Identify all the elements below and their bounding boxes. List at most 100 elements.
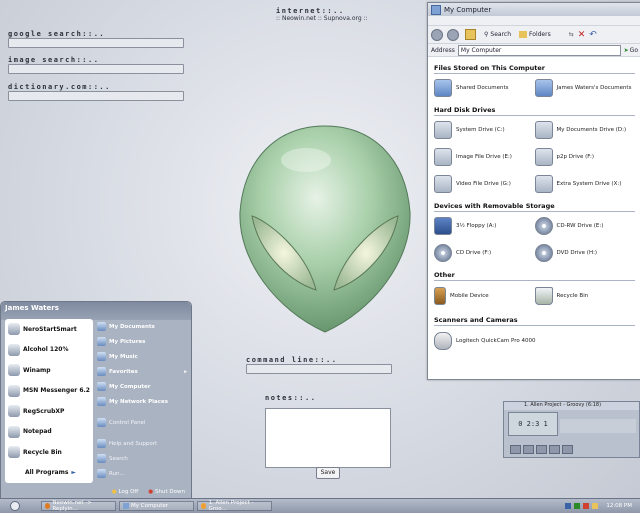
- list-item[interactable]: p2p Drive (F:): [534, 147, 636, 166]
- arrow-right-icon: ▸: [184, 368, 187, 375]
- place-item[interactable]: My Network Places: [97, 394, 187, 409]
- documents-icon: [97, 322, 106, 331]
- arrow-right-icon: ►: [71, 469, 77, 477]
- shut-down-label: Shut Down: [155, 489, 185, 495]
- places-list: My Documents My Pictures My Music Favori…: [97, 319, 187, 481]
- log-off-button[interactable]: ● Log Off: [112, 489, 139, 495]
- shut-down-button[interactable]: ● Shut Down: [148, 489, 185, 495]
- next-icon[interactable]: [562, 445, 573, 454]
- item-label: CD Drive (F:): [456, 249, 492, 256]
- program-item[interactable]: MSN Messenger 6.2: [5, 381, 93, 402]
- task-label: 1. Allen Project - Groo...: [208, 500, 254, 512]
- control-panel-icon: [97, 418, 106, 427]
- taskbar-button[interactable]: Neowin.net -> Replyin...: [41, 500, 116, 512]
- list-item[interactable]: Logitech QuickCam Pro 4000: [434, 332, 574, 350]
- key-icon: ●: [111, 489, 117, 495]
- place-label: Search: [109, 455, 128, 462]
- start-menu-footer: ● Log Off ● Shut Down: [1, 485, 191, 499]
- tray-icon[interactable]: [583, 503, 590, 509]
- place-item[interactable]: My Computer: [97, 379, 187, 394]
- place-label: My Pictures: [109, 338, 146, 345]
- floppy-icon: [434, 216, 452, 235]
- all-programs-button[interactable]: All Programs ►: [5, 463, 93, 484]
- list-item[interactable]: System Drive (C:): [434, 120, 535, 139]
- play-icon[interactable]: [523, 445, 534, 454]
- dictionary-input[interactable]: [8, 91, 184, 101]
- start-button[interactable]: [0, 500, 30, 512]
- prev-icon[interactable]: [510, 445, 521, 454]
- program-item[interactable]: Recycle Bin: [5, 442, 93, 463]
- save-button[interactable]: Save: [316, 467, 340, 479]
- notes-textarea[interactable]: [265, 408, 391, 468]
- back-icon[interactable]: [431, 28, 443, 41]
- all-programs-label: All Programs: [24, 469, 69, 477]
- taskbar-button[interactable]: My Computer: [119, 501, 194, 511]
- place-item[interactable]: My Music: [97, 349, 187, 364]
- list-item[interactable]: Image File Drive (E:): [434, 147, 535, 166]
- place-item[interactable]: My Pictures: [97, 334, 187, 349]
- computer-icon: [97, 382, 106, 391]
- item-label: Extra System Drive (X:): [556, 180, 622, 187]
- taskbar-button[interactable]: 1. Allen Project - Groo...: [197, 500, 272, 512]
- explorer-content: Files Stored on This Computer Shared Doc…: [428, 57, 640, 358]
- list-item[interactable]: Extra System Drive (X:): [534, 174, 636, 193]
- list-item[interactable]: CD-RW Drive (E:): [534, 216, 636, 235]
- place-item[interactable]: Favorites ▸: [97, 364, 187, 379]
- list-item[interactable]: Mobile Device: [434, 287, 535, 305]
- pause-icon[interactable]: [536, 445, 547, 454]
- delete-icon[interactable]: ✕: [578, 30, 586, 40]
- search-button[interactable]: ⚲ Search: [482, 28, 513, 41]
- program-item[interactable]: NeroStartSmart: [5, 319, 93, 340]
- clock[interactable]: 12:08 PM: [606, 503, 632, 509]
- winamp-icon: [8, 364, 20, 377]
- list-item[interactable]: My Documents Drive (D:): [534, 120, 636, 139]
- list-item[interactable]: Recycle Bin: [534, 287, 636, 305]
- cd-drive-icon: [534, 216, 553, 235]
- pinned-programs: NeroStartSmart Alcohol 120% Winamp MSN M…: [5, 319, 93, 483]
- mobile-device-icon: [434, 287, 446, 305]
- item-label: CD-RW Drive (E:): [556, 222, 604, 229]
- place-label: Control Panel: [109, 419, 146, 426]
- program-item[interactable]: Winamp: [5, 360, 93, 381]
- move-icon[interactable]: ⇆: [569, 31, 574, 38]
- stop-icon[interactable]: [549, 445, 560, 454]
- program-item[interactable]: Alcohol 120%: [5, 340, 93, 361]
- webcam-icon: [434, 332, 452, 350]
- list-item[interactable]: Shared Documents: [434, 78, 535, 97]
- start-orb-icon: [10, 501, 20, 511]
- go-button[interactable]: ➤ Go: [624, 47, 638, 54]
- forward-icon[interactable]: [447, 28, 459, 41]
- list-item[interactable]: 3½ Floppy (A:): [434, 216, 535, 235]
- list-item[interactable]: James Waters's Documents: [534, 78, 636, 97]
- computer-icon: [123, 503, 129, 509]
- favorites-icon: [97, 367, 106, 376]
- undo-icon[interactable]: ↶: [589, 30, 597, 40]
- list-item[interactable]: DVD Drive (H:): [534, 243, 636, 262]
- place-item[interactable]: Run...: [97, 466, 187, 481]
- image-search-input[interactable]: [8, 64, 184, 74]
- alcohol-icon: [8, 343, 20, 356]
- notepad-icon: [8, 425, 20, 438]
- place-item[interactable]: Control Panel: [97, 415, 187, 430]
- list-item[interactable]: Video File Drive (G:): [434, 174, 535, 193]
- up-button[interactable]: [463, 28, 478, 41]
- player-controls: [510, 445, 573, 454]
- internet-links[interactable]: :: Neowin.net :: Supnova.org ::: [276, 15, 368, 22]
- folders-button[interactable]: Folders: [517, 28, 553, 41]
- tray-icon[interactable]: [592, 503, 599, 509]
- program-item[interactable]: RegScrubXP: [5, 401, 93, 422]
- hard-drive-icon: [534, 147, 553, 166]
- google-search-input[interactable]: [8, 38, 184, 48]
- place-item[interactable]: Help and Support: [97, 436, 187, 451]
- item-label: Recycle Bin: [556, 293, 589, 299]
- place-item[interactable]: My Documents: [97, 319, 187, 334]
- folder-icon: [534, 78, 553, 97]
- list-item[interactable]: CD Drive (F:): [434, 243, 535, 262]
- program-item[interactable]: Notepad: [5, 422, 93, 443]
- tray-icon[interactable]: [565, 503, 572, 509]
- window-titlebar[interactable]: My Computer: [428, 3, 640, 16]
- tray-icon[interactable]: [574, 503, 581, 509]
- address-input[interactable]: My Computer: [457, 44, 621, 56]
- place-item[interactable]: Search: [97, 451, 187, 466]
- command-line-input[interactable]: [246, 364, 392, 374]
